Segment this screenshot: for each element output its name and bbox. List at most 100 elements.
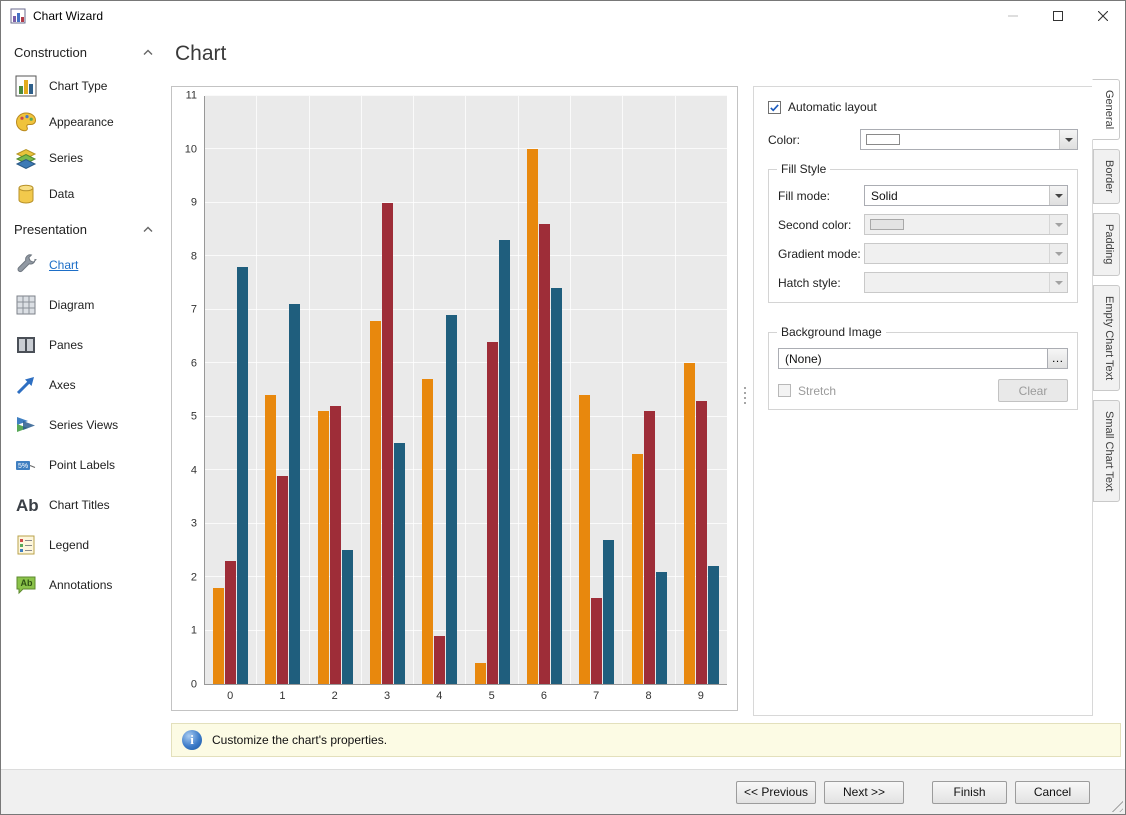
finish-button[interactable]: Finish (932, 781, 1007, 804)
y-axis-tick-label: 10 (185, 144, 197, 155)
chevron-up-icon[interactable] (143, 49, 153, 56)
tab-empty-chart-text[interactable]: Empty Chart Text (1093, 285, 1120, 391)
automatic-layout-label: Automatic layout (788, 100, 877, 114)
bar-group (205, 96, 257, 684)
background-image-actions: Stretch Clear (778, 379, 1068, 402)
x-axis-tick-label: 2 (309, 685, 361, 705)
sidebar-item-chart[interactable]: Chart (14, 245, 167, 285)
clear-button[interactable]: Clear (998, 379, 1068, 402)
bar-series-3 (394, 443, 405, 684)
sidebar-item-chart-type[interactable]: Chart Type (14, 68, 167, 104)
sidebar-item-label: Point Labels (49, 458, 115, 472)
tab-general[interactable]: General (1092, 79, 1120, 140)
automatic-layout-checkbox[interactable] (768, 101, 781, 114)
chart-preview: 01234567891011 0123456789 (171, 86, 738, 711)
sidebar-item-label: Chart Type (49, 79, 107, 93)
stretch-label: Stretch (798, 384, 836, 398)
chart-type-icon (14, 74, 38, 98)
x-axis-tick-label: 1 (256, 685, 308, 705)
fill-mode-dropdown[interactable]: Solid (864, 185, 1068, 206)
minimize-button[interactable] (990, 1, 1035, 31)
property-tabs: General Border Padding Empty Chart Text Smal… (1093, 79, 1120, 502)
sidebar-item-label: Legend (49, 538, 89, 552)
tab-border[interactable]: Border (1093, 149, 1120, 204)
y-axis: 01234567891011 (178, 96, 204, 685)
maximize-button[interactable] (1035, 1, 1080, 31)
diagram-icon (14, 293, 38, 317)
gradient-mode-dropdown[interactable] (864, 243, 1068, 264)
color-row: Color: (768, 129, 1078, 150)
y-axis-tick-label: 6 (191, 358, 197, 369)
color-dropdown[interactable] (860, 129, 1078, 150)
y-axis-tick-label: 7 (191, 305, 197, 316)
annotations-icon: Ab (14, 573, 38, 597)
tab-padding[interactable]: Padding (1093, 213, 1120, 275)
sidebar-item-data[interactable]: Data (14, 176, 167, 212)
sidebar-item-series[interactable]: Series (14, 140, 167, 176)
sidebar-section-presentation[interactable]: Presentation (14, 222, 167, 237)
next-button[interactable]: Next >> (824, 781, 904, 804)
sidebar-item-label: Diagram (49, 298, 94, 312)
sidebar-item-label: Series (49, 151, 83, 165)
color-label: Color: (768, 133, 860, 147)
chevron-down-icon (1049, 244, 1067, 263)
title-bar[interactable]: Chart Wizard (1, 1, 1125, 31)
chevron-down-icon[interactable] (1059, 130, 1077, 149)
chevron-down-icon[interactable] (1049, 186, 1067, 205)
fill-style-group: Fill Style Fill mode: Solid Second color… (768, 169, 1078, 303)
chevron-up-icon[interactable] (143, 226, 153, 233)
sidebar-item-diagram[interactable]: Diagram (14, 285, 167, 325)
sidebar-item-label: Axes (49, 378, 76, 392)
bar-series-3 (342, 550, 353, 684)
sidebar-item-appearance[interactable]: Appearance (14, 104, 167, 140)
bar-series-1 (318, 411, 329, 684)
series-icon (14, 146, 38, 170)
bar-series-3 (499, 240, 510, 684)
bar-series-1 (370, 321, 381, 684)
fill-mode-label: Fill mode: (778, 189, 864, 203)
previous-button[interactable]: << Previous (736, 781, 816, 804)
close-button[interactable] (1080, 1, 1125, 31)
footer-bar: << Previous Next >> Finish Cancel (1, 769, 1125, 814)
browse-button[interactable]: … (1047, 349, 1067, 368)
axes-icon (14, 373, 38, 397)
hatch-style-label: Hatch style: (778, 276, 864, 290)
plot-area (204, 96, 727, 685)
sidebar-item-panes[interactable]: Panes (14, 325, 167, 365)
app-icon (10, 8, 26, 24)
bar-group (414, 96, 466, 684)
bar-series-3 (603, 540, 614, 684)
bar-series-2 (539, 224, 550, 684)
stretch-checkbox[interactable] (778, 384, 791, 397)
bar-series-3 (446, 315, 457, 684)
sidebar-item-annotations[interactable]: AbAnnotations (14, 565, 167, 605)
background-image-field[interactable]: (None) … (778, 348, 1068, 369)
fill-mode-value: Solid (865, 189, 1049, 203)
bar-group (466, 96, 518, 684)
sidebar-section-construction[interactable]: Construction (14, 45, 167, 60)
sidebar-section-items: Chart Diagram Panes Axes Series Views5%Point… (14, 245, 167, 605)
tab-small-chart-text[interactable]: Small Chart Text (1093, 400, 1120, 503)
panel-splitter[interactable] (744, 387, 746, 404)
y-axis-tick-label: 9 (191, 198, 197, 209)
second-color-dropdown[interactable] (864, 214, 1068, 235)
cancel-button[interactable]: Cancel (1015, 781, 1090, 804)
sidebar-item-axes[interactable]: Axes (14, 365, 167, 405)
sidebar: Construction Chart Type Appearance Series Da… (1, 31, 167, 769)
hatch-style-dropdown[interactable] (864, 272, 1068, 293)
chevron-down-icon (1049, 273, 1067, 292)
sidebar-item-series-views[interactable]: Series Views (14, 405, 167, 445)
y-axis-tick-label: 0 (191, 680, 197, 691)
bar-series-1 (475, 663, 486, 684)
bar-series-2 (434, 636, 445, 684)
stretch-row: Stretch (778, 384, 836, 398)
sidebar-item-label: Chart (49, 258, 78, 272)
bar-series-2 (225, 561, 236, 684)
y-axis-tick-label: 3 (191, 519, 197, 530)
sidebar-item-point-labels[interactable]: 5%Point Labels (14, 445, 167, 485)
bar-group (676, 96, 727, 684)
sidebar-item-legend[interactable]: Legend (14, 525, 167, 565)
bar-series-1 (213, 588, 224, 684)
sidebar-item-chart-titles[interactable]: AbChart Titles (14, 485, 167, 525)
info-bar: i Customize the chart's properties. (171, 723, 1121, 757)
